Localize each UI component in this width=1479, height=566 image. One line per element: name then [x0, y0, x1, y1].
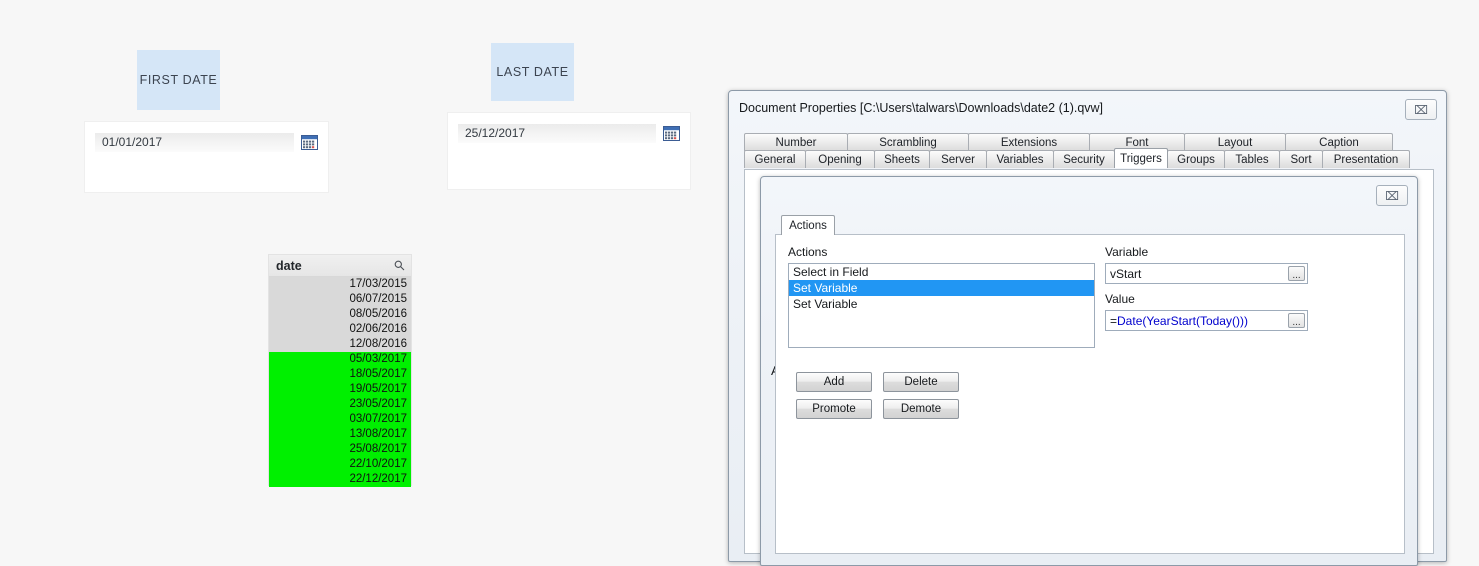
date-listbox-row[interactable]: 23/05/2017	[269, 397, 411, 412]
search-icon[interactable]	[394, 260, 405, 271]
calendar-icon[interactable]	[301, 134, 318, 150]
action-list-item[interactable]: Set Variable	[789, 296, 1094, 312]
tab-actions-label: Actions	[789, 219, 827, 232]
date-listbox-title: date	[276, 258, 302, 273]
tab-scrambling[interactable]: Scrambling	[847, 133, 969, 151]
variable-browse-button[interactable]: ...	[1288, 266, 1305, 281]
qlikview-canvas: FIRST DATE 01/01/2017 LAST DATE 25/12/20…	[0, 0, 730, 550]
tab-groups[interactable]: Groups	[1167, 150, 1225, 168]
action-list-item[interactable]: Select in Field	[789, 264, 1094, 280]
tab-sort[interactable]: Sort	[1279, 150, 1323, 168]
last-date-label: LAST DATE	[496, 65, 569, 79]
value-label: Value	[1105, 292, 1135, 306]
demote-button[interactable]: Demote	[883, 399, 959, 419]
first-date-input[interactable]: 01/01/2017	[95, 132, 294, 152]
variable-input[interactable]: vStart ...	[1105, 263, 1308, 284]
document-properties-tabstrip: Number Scrambling Extensions Font Layout Capt…	[744, 133, 1434, 168]
calendar-icon[interactable]	[663, 125, 680, 141]
date-listbox-row[interactable]: 12/08/2016	[269, 337, 411, 352]
tab-triggers[interactable]: Triggers	[1114, 148, 1168, 168]
date-listbox-row[interactable]: 18/05/2017	[269, 367, 411, 382]
date-listbox-row[interactable]: 22/12/2017	[269, 472, 411, 487]
first-date-inner: 01/01/2017	[95, 132, 318, 152]
date-listbox-row[interactable]: 19/05/2017	[269, 382, 411, 397]
tab-tables[interactable]: Tables	[1224, 150, 1280, 168]
last-date-input[interactable]: 25/12/2017	[458, 123, 656, 143]
date-listbox-row[interactable]: 25/08/2017	[269, 442, 411, 457]
date-listbox-selected-rows[interactable]: 05/03/2017 18/05/2017 19/05/2017 23/05/2017…	[269, 352, 411, 487]
date-listbox-excluded-rows[interactable]: 17/03/2015 06/07/2015 08/05/2016 02/06/2016…	[269, 277, 411, 352]
tab-extensions[interactable]: Extensions	[968, 133, 1090, 151]
value-input[interactable]: = Date(YearStart(Today())) ...	[1105, 310, 1308, 331]
date-listbox-row[interactable]: 22/10/2017	[269, 457, 411, 472]
tab-presentation[interactable]: Presentation	[1322, 150, 1410, 168]
last-date-input-panel[interactable]: 25/12/2017	[448, 113, 690, 189]
first-date-input-panel[interactable]: 01/01/2017	[85, 122, 328, 192]
delete-button[interactable]: Delete	[883, 372, 959, 392]
actions-dialog-close-button[interactable]: ⌧	[1376, 185, 1408, 206]
tab-general[interactable]: General	[744, 150, 806, 168]
value-browse-button[interactable]: ...	[1288, 313, 1305, 328]
document-properties-title: Document Properties [C:\Users\talwars\Do…	[739, 101, 1104, 115]
tab-security[interactable]: Security	[1053, 150, 1115, 168]
actions-list[interactable]: Select in Field Set Variable Set Variable	[788, 263, 1095, 348]
add-button[interactable]: Add	[796, 372, 872, 392]
value-input-expression: Date(YearStart(Today()))	[1117, 313, 1248, 328]
tab-opening[interactable]: Opening	[805, 150, 875, 168]
date-listbox-row[interactable]: 08/05/2016	[269, 307, 411, 322]
action-list-item[interactable]: Set Variable	[789, 280, 1094, 296]
tab-variables[interactable]: Variables	[986, 150, 1054, 168]
tab-server[interactable]: Server	[929, 150, 987, 168]
date-listbox-row[interactable]: 05/03/2017	[269, 352, 411, 367]
date-listbox[interactable]: date 17/03/2015 06/07/2015 08/05/2016 02/06…	[268, 254, 412, 487]
date-listbox-row[interactable]: 02/06/2016	[269, 322, 411, 337]
last-date-label-box: LAST DATE	[491, 43, 574, 101]
actions-list-label: Actions	[788, 245, 828, 259]
tab-sheets[interactable]: Sheets	[874, 150, 930, 168]
date-listbox-header: date	[269, 255, 411, 277]
date-listbox-row[interactable]: 13/08/2017	[269, 427, 411, 442]
value-input-prefix: =	[1110, 313, 1118, 328]
last-date-inner: 25/12/2017	[458, 123, 680, 143]
tab-actions[interactable]: Actions	[781, 215, 835, 235]
first-date-label: FIRST DATE	[139, 73, 218, 87]
actions-dialog: Actions ⌧ Actions Actions Select in Fiel…	[760, 176, 1418, 566]
first-date-label-box: FIRST DATE	[137, 50, 220, 110]
variable-label: Variable	[1105, 245, 1149, 259]
promote-button[interactable]: Promote	[796, 399, 872, 419]
tab-caption[interactable]: Caption	[1285, 133, 1393, 151]
variable-input-value: vStart	[1110, 266, 1142, 281]
tab-number[interactable]: Number	[744, 133, 848, 151]
tab-layout[interactable]: Layout	[1184, 133, 1286, 151]
actions-dialog-body: Actions Select in Field Set Variable Set V…	[775, 234, 1405, 554]
date-listbox-row[interactable]: 03/07/2017	[269, 412, 411, 427]
date-listbox-row[interactable]: 17/03/2015	[269, 277, 411, 292]
date-listbox-row[interactable]: 06/07/2015	[269, 292, 411, 307]
document-properties-close-button[interactable]: ⌧	[1405, 99, 1437, 120]
